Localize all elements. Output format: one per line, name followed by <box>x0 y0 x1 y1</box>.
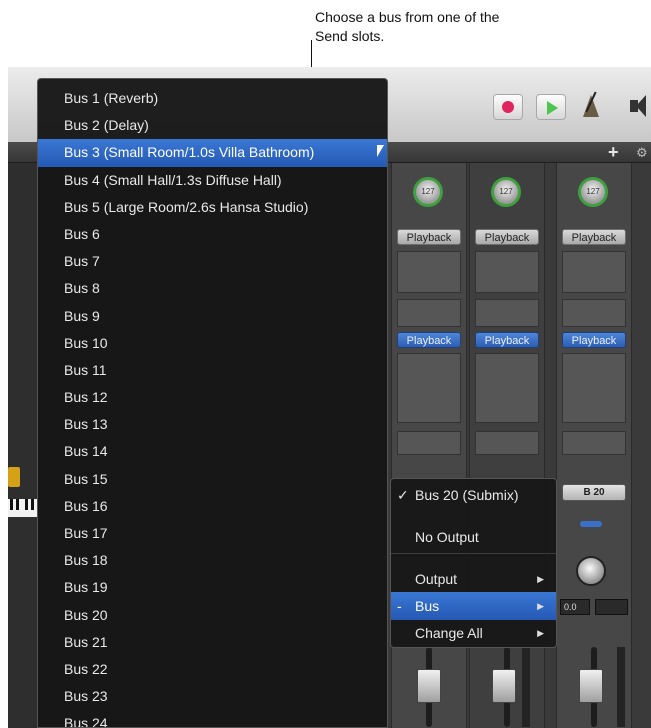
bus-menu-item[interactable]: Bus 11 <box>38 357 387 384</box>
bus-menu-item[interactable]: Bus 7 <box>38 248 387 275</box>
menu-item-label: Bus <box>415 598 440 614</box>
record-icon <box>502 101 514 113</box>
bus-menu-item[interactable]: Bus 1 (Reverb) <box>38 85 387 112</box>
level-meter <box>522 647 530 727</box>
send-chip[interactable]: Playback <box>475 332 539 348</box>
menu-item-bus[interactable]: - Bus ▶ <box>391 592 556 620</box>
bus-menu-item[interactable]: Bus 12 <box>38 384 387 411</box>
bus-menu-item[interactable]: Bus 17 <box>38 520 387 547</box>
audio-fx-slot[interactable] <box>397 251 461 293</box>
submenu-arrow-icon: ▶ <box>537 574 544 584</box>
volume-fader[interactable] <box>579 669 603 703</box>
bus-menu-item[interactable]: Bus 4 (Small Hall/1.3s Diffuse Hall) <box>38 167 387 194</box>
speaker-cone <box>636 95 646 117</box>
mouse-pointer-icon <box>377 145 384 157</box>
menu-separator <box>391 553 556 554</box>
menu-item-change-all[interactable]: Change All ▶ <box>391 619 556 647</box>
record-button[interactable] <box>493 94 523 120</box>
output-slot[interactable] <box>397 431 461 455</box>
add-channel-button[interactable]: + <box>608 142 619 162</box>
keyboard-icon <box>8 499 38 517</box>
play-icon <box>547 101 558 115</box>
track-area-edge <box>8 163 39 728</box>
bus-menu-item[interactable]: Bus 6 <box>38 221 387 248</box>
gain-knob[interactable]: 127 <box>413 177 443 207</box>
output-button[interactable]: B 20 <box>562 484 626 501</box>
bus-menu-item[interactable]: Bus 18 <box>38 547 387 574</box>
bus-menu-item[interactable]: Bus 21 <box>38 629 387 656</box>
callout-text: Choose a bus from one of the Send slots. <box>315 8 615 46</box>
send-slot[interactable] <box>475 353 539 423</box>
bus-popup-menu: Bus 1 (Reverb) Bus 2 (Delay) Bus 3 (Small … <box>37 78 388 728</box>
bus-menu-item[interactable]: Bus 8 <box>38 275 387 302</box>
send-slot[interactable] <box>562 353 626 423</box>
output-slot[interactable] <box>562 431 626 455</box>
bus-menu-item[interactable]: Bus 20 <box>38 602 387 629</box>
bus-menu-item[interactable]: Bus 15 <box>38 466 387 493</box>
gear-icon[interactable]: ⚙ <box>636 145 648 161</box>
level-meter <box>617 647 625 727</box>
menu-item-output[interactable]: Output ▶ <box>391 565 556 593</box>
input-chip[interactable]: Playback <box>397 229 461 245</box>
bus-menu-item[interactable]: Bus 5 (Large Room/2.6s Hansa Studio) <box>38 194 387 221</box>
bus-menu-item[interactable]: Bus 19 <box>38 574 387 601</box>
gain-knob[interactable]: 127 <box>578 177 608 207</box>
checkmark-icon: ✓ <box>397 487 409 503</box>
pan-knob[interactable] <box>576 556 606 586</box>
menu-item-no-output[interactable]: No Output <box>391 523 556 551</box>
send-slot[interactable] <box>397 353 461 423</box>
bus-menu-item[interactable]: Bus 16 <box>38 493 387 520</box>
track-region <box>8 467 20 487</box>
send-chip[interactable]: Playback <box>397 332 461 348</box>
input-chip[interactable]: Playback <box>562 229 626 245</box>
audio-fx-slot[interactable] <box>562 251 626 293</box>
menu-item-label: Change All <box>415 625 483 641</box>
menu-item-label: Bus 20 (Submix) <box>415 487 519 503</box>
insert-slot[interactable] <box>562 299 626 327</box>
send-chip[interactable]: Playback <box>562 332 626 348</box>
volume-fader[interactable] <box>417 669 441 703</box>
submenu-arrow-icon: ▶ <box>537 628 544 638</box>
gain-knob[interactable]: 127 <box>491 177 521 207</box>
bus-menu-item[interactable]: Bus 3 (Small Room/1.0s Villa Bathroom) <box>38 139 387 167</box>
callout-line-1: Choose a bus from one of the <box>315 9 500 25</box>
play-button[interactable] <box>536 94 566 120</box>
output-slot[interactable] <box>475 431 539 455</box>
channel-strip-3: 127 Playback Playback B 20 0.0 <box>556 163 632 728</box>
bus-menu-item[interactable]: Bus 9 <box>38 303 387 330</box>
level-value <box>595 599 628 615</box>
bus-menu-item[interactable]: Bus 23 <box>38 683 387 710</box>
menu-item-label: Output <box>415 571 458 587</box>
callout-line-2: Send slots. <box>315 28 385 44</box>
bus-menu-item[interactable]: Bus 14 <box>38 438 387 465</box>
insert-slot[interactable] <box>397 299 461 327</box>
pan-value: 0.0 <box>560 599 590 615</box>
submenu-arrow-icon: ▶ <box>537 601 544 611</box>
mixed-state-icon: - <box>397 598 402 614</box>
input-chip[interactable]: Playback <box>475 229 539 245</box>
bus-list: Bus 1 (Reverb) Bus 2 (Delay) Bus 3 (Small … <box>38 79 387 727</box>
bus-menu-item[interactable]: Bus 10 <box>38 330 387 357</box>
bus-menu-item[interactable]: Bus 13 <box>38 411 387 438</box>
audio-fx-slot[interactable] <box>475 251 539 293</box>
menu-item-current-bus[interactable]: ✓ Bus 20 (Submix) <box>391 481 556 509</box>
bus-menu-item[interactable]: Bus 22 <box>38 656 387 683</box>
volume-fader[interactable] <box>492 669 516 703</box>
bus-menu-item[interactable]: Bus 24 <box>38 710 387 727</box>
group-indicator[interactable] <box>580 521 602 527</box>
menu-item-label: No Output <box>415 529 479 545</box>
bus-menu-item[interactable]: Bus 2 (Delay) <box>38 112 387 139</box>
insert-slot[interactable] <box>475 299 539 327</box>
output-popup-menu: ✓ Bus 20 (Submix) No Output Output ▶ - B… <box>390 478 557 648</box>
